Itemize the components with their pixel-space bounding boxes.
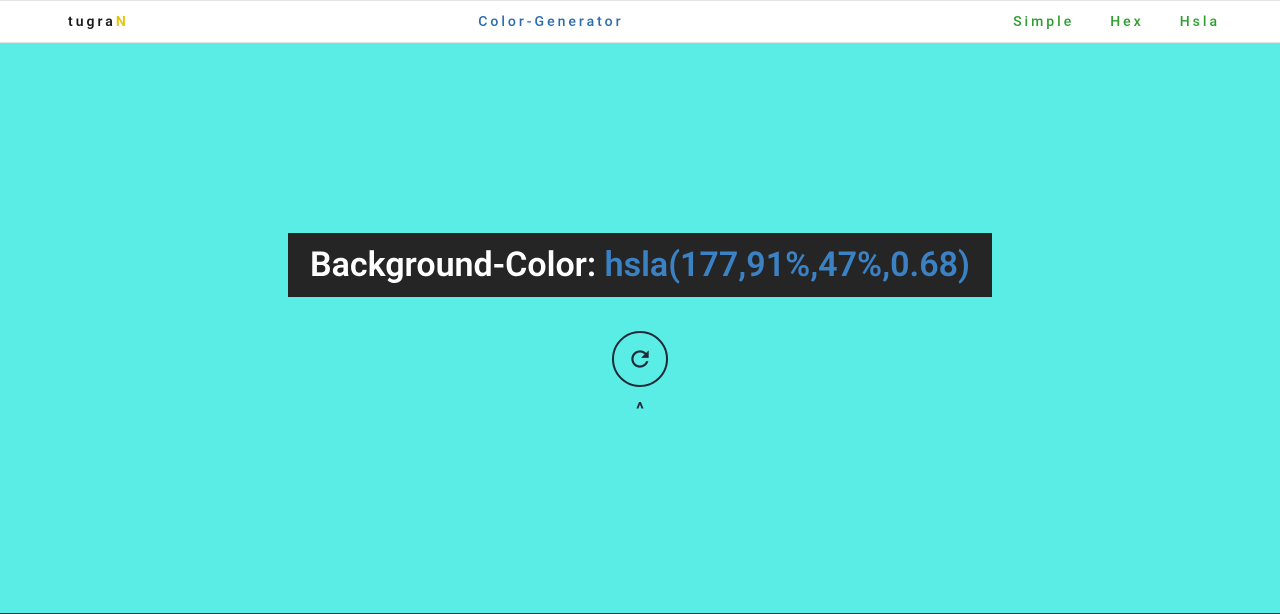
color-display: Background-Color: hsla(177,91%,47%,0.68): [288, 233, 992, 297]
page-title: Color-Generator: [89, 14, 1013, 30]
nav-hex[interactable]: Hex: [1110, 14, 1143, 30]
caret-indicator: ^: [636, 399, 644, 420]
header: tugraN Color-Generator Simple Hex Hsla: [0, 0, 1280, 43]
nav-simple[interactable]: Simple: [1013, 14, 1074, 30]
refresh-button[interactable]: [612, 331, 668, 387]
main-area: Background-Color: hsla(177,91%,47%,0.68)…: [0, 43, 1280, 614]
refresh-icon: [627, 346, 653, 372]
color-value: hsla(177,91%,47%,0.68): [605, 245, 970, 285]
nav: Simple Hex Hsla: [1013, 14, 1220, 30]
nav-hsla[interactable]: Hsla: [1180, 14, 1220, 30]
color-label: Background-Color:: [310, 245, 605, 285]
